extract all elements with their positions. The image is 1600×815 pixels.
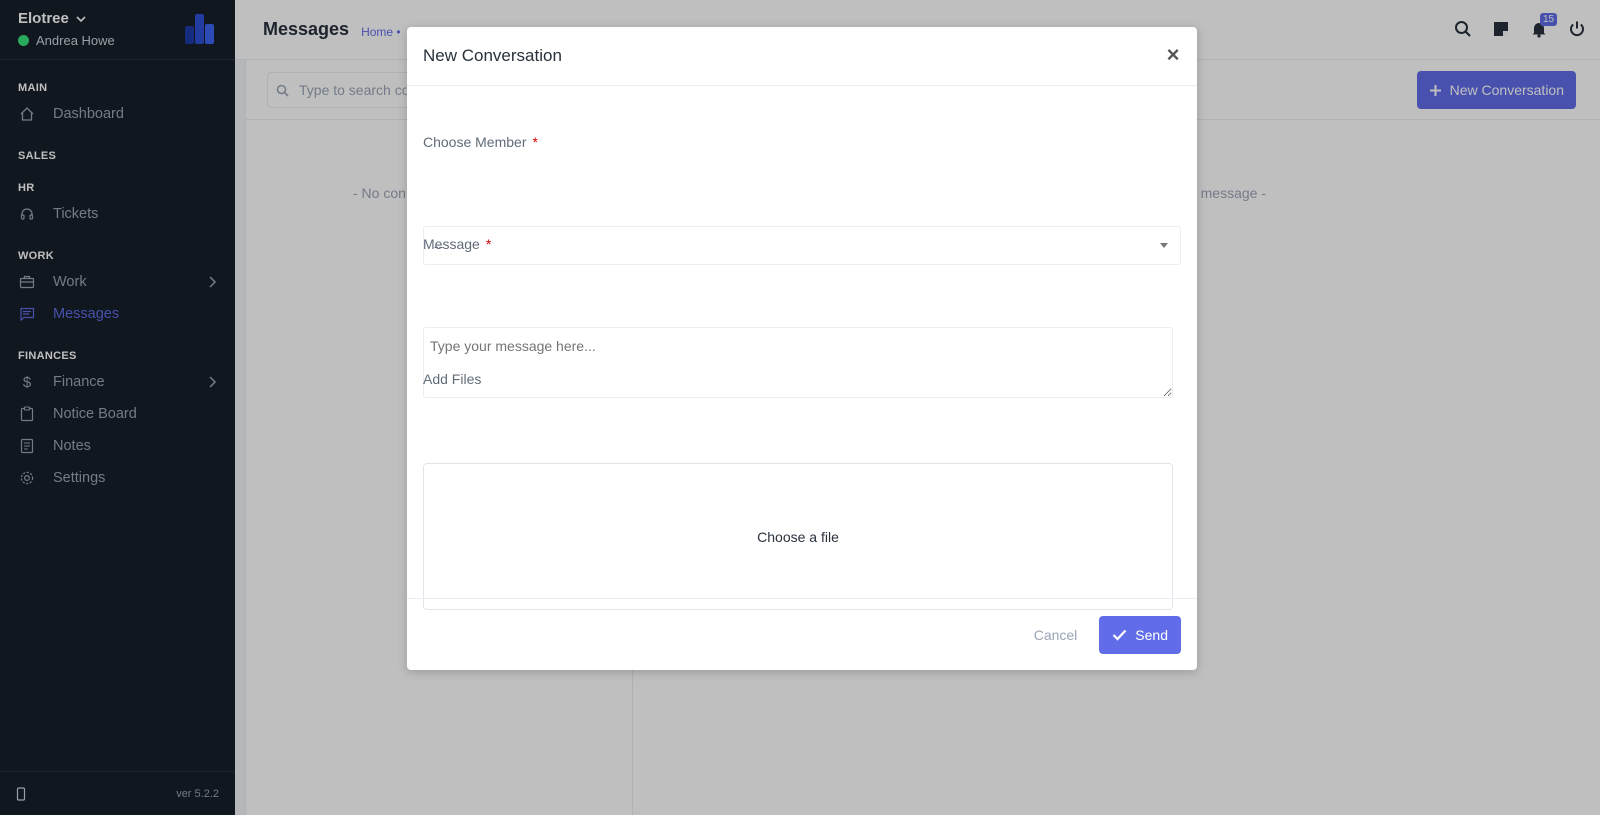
file-dropzone[interactable]: Choose a file (423, 463, 1173, 610)
message-label: Message * (423, 236, 491, 252)
modal-title: New Conversation (423, 46, 562, 65)
dropzone-text: Choose a file (757, 528, 839, 545)
required-mark: * (532, 134, 538, 150)
modal-footer: Cancel Send (407, 598, 1197, 670)
choose-member-label-text: Choose Member (423, 134, 527, 150)
send-button[interactable]: Send (1099, 615, 1181, 654)
message-label-text: Message (423, 236, 480, 252)
check-icon (1113, 629, 1127, 641)
required-mark: * (485, 236, 492, 252)
choose-member-select[interactable]: -- (423, 226, 1181, 265)
add-files-label: Add Files (423, 371, 482, 387)
modal-body: Choose Member * -- Message * Add Files Cho… (407, 86, 1197, 610)
close-icon[interactable]: × (1163, 44, 1183, 66)
message-textarea[interactable] (423, 327, 1173, 398)
send-label: Send (1135, 626, 1168, 643)
caret-down-icon (1160, 243, 1168, 248)
choose-member-label: Choose Member * (423, 134, 538, 150)
cancel-button[interactable]: Cancel (1034, 627, 1078, 643)
modal-header: New Conversation × (407, 27, 1197, 86)
new-conversation-modal: New Conversation × Choose Member * -- Mes… (407, 27, 1197, 670)
